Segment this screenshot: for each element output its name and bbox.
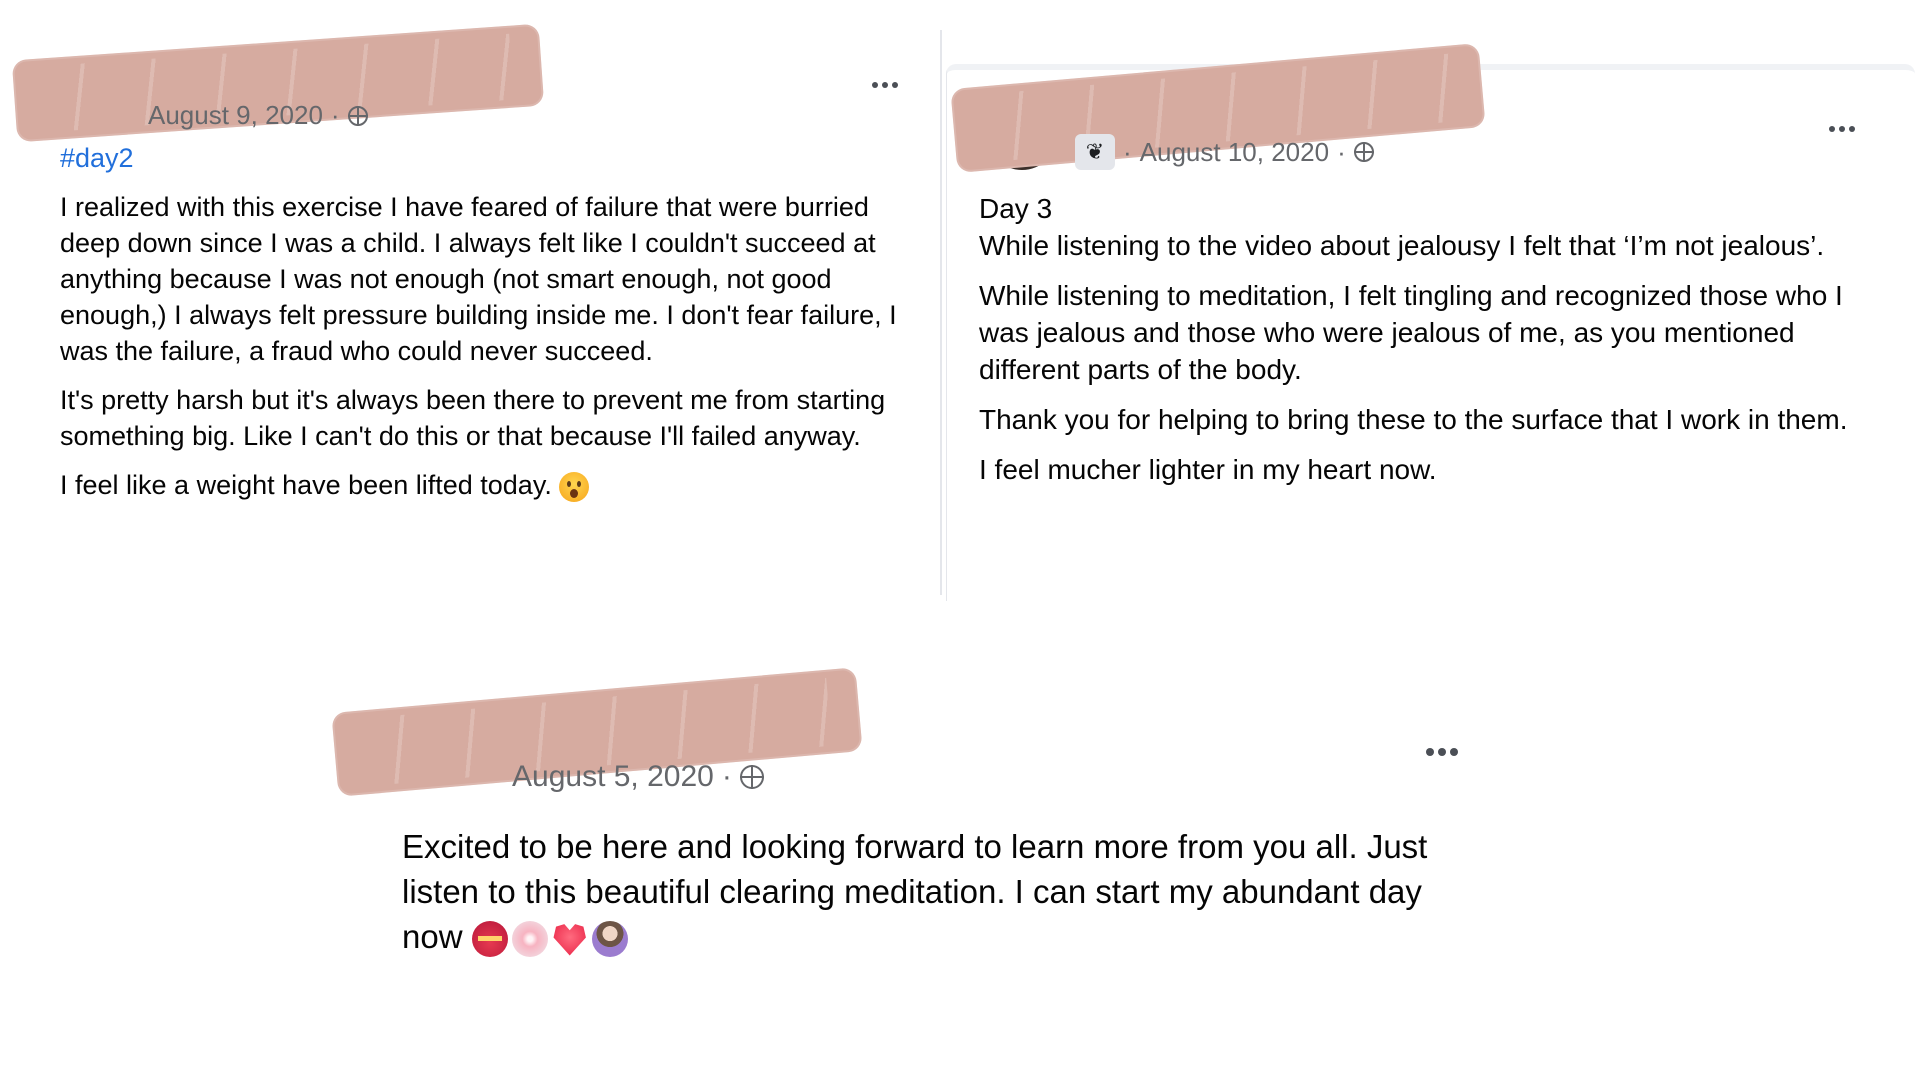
post-paragraph: While listening to meditation, I felt ti… [979,280,1843,385]
post-body: Excited to be here and looking forward t… [402,824,1442,972]
meta-separator: · [721,760,732,793]
post-paragraph: I feel like a weight have been lifted to… [60,470,552,500]
heart-with-ribbon-emoji [471,921,508,958]
post-paragraph-with-emoji: I feel like a weight have been lifted to… [60,467,920,503]
person-raising-hand-emoji [591,921,628,958]
globe-icon[interactable] [347,105,368,126]
post-body: Day 3 While listening to the video about… [979,190,1889,501]
post-paragraph: It's pretty harsh but it's always been t… [60,385,886,451]
post-date[interactable]: August 5, 2020 [512,760,714,794]
more-options-icon[interactable] [1829,126,1855,132]
post-card-day2: August 9, 2020 · #day2 I realized with t… [0,23,942,595]
post-title: Day 3 [979,193,1053,224]
cherry-blossom-emoji [511,921,548,958]
post-date[interactable]: August 10, 2020 [1140,137,1329,168]
post-card-welcome: August 5, 2020 · Excited to be here and … [320,667,1470,1020]
post-paragraph: While listening to the video about jealo… [979,230,1825,261]
post-body: #day2 I realized with this exercise I ha… [60,140,920,516]
post-paragraph: I feel mucher lighter in my heart now. [979,454,1437,485]
more-options-icon[interactable] [872,82,898,88]
hashtag-link[interactable]: #day2 [60,143,134,173]
post-meta: August 5, 2020 · [512,760,764,794]
globe-icon[interactable] [1353,142,1374,162]
post-paragraph: I realized with this exercise I have fea… [60,192,897,366]
post-paragraph: Thank you for helping to bring these to … [979,404,1848,435]
more-options-icon[interactable] [1426,748,1458,756]
post-date[interactable]: August 9, 2020 [148,100,323,131]
meta-separator: · [1337,136,1346,167]
post-meta: ❦ · August 10, 2020 · [1075,134,1374,170]
surprised-face-emoji [559,471,590,502]
post-paragraph-with-emoji: Excited to be here and looking forward t… [402,824,1442,959]
post-card-day3: ❦ · August 10, 2020 · Day 3 While listen… [946,43,1915,601]
red-heart-emoji [553,924,586,956]
emoji-row [471,921,628,958]
post-meta: August 9, 2020 · [148,100,368,131]
meta-separator: · [330,100,340,130]
meta-separator: · [1123,136,1132,167]
globe-icon[interactable] [739,765,764,789]
sprout-icon[interactable]: ❦ [1075,134,1115,170]
